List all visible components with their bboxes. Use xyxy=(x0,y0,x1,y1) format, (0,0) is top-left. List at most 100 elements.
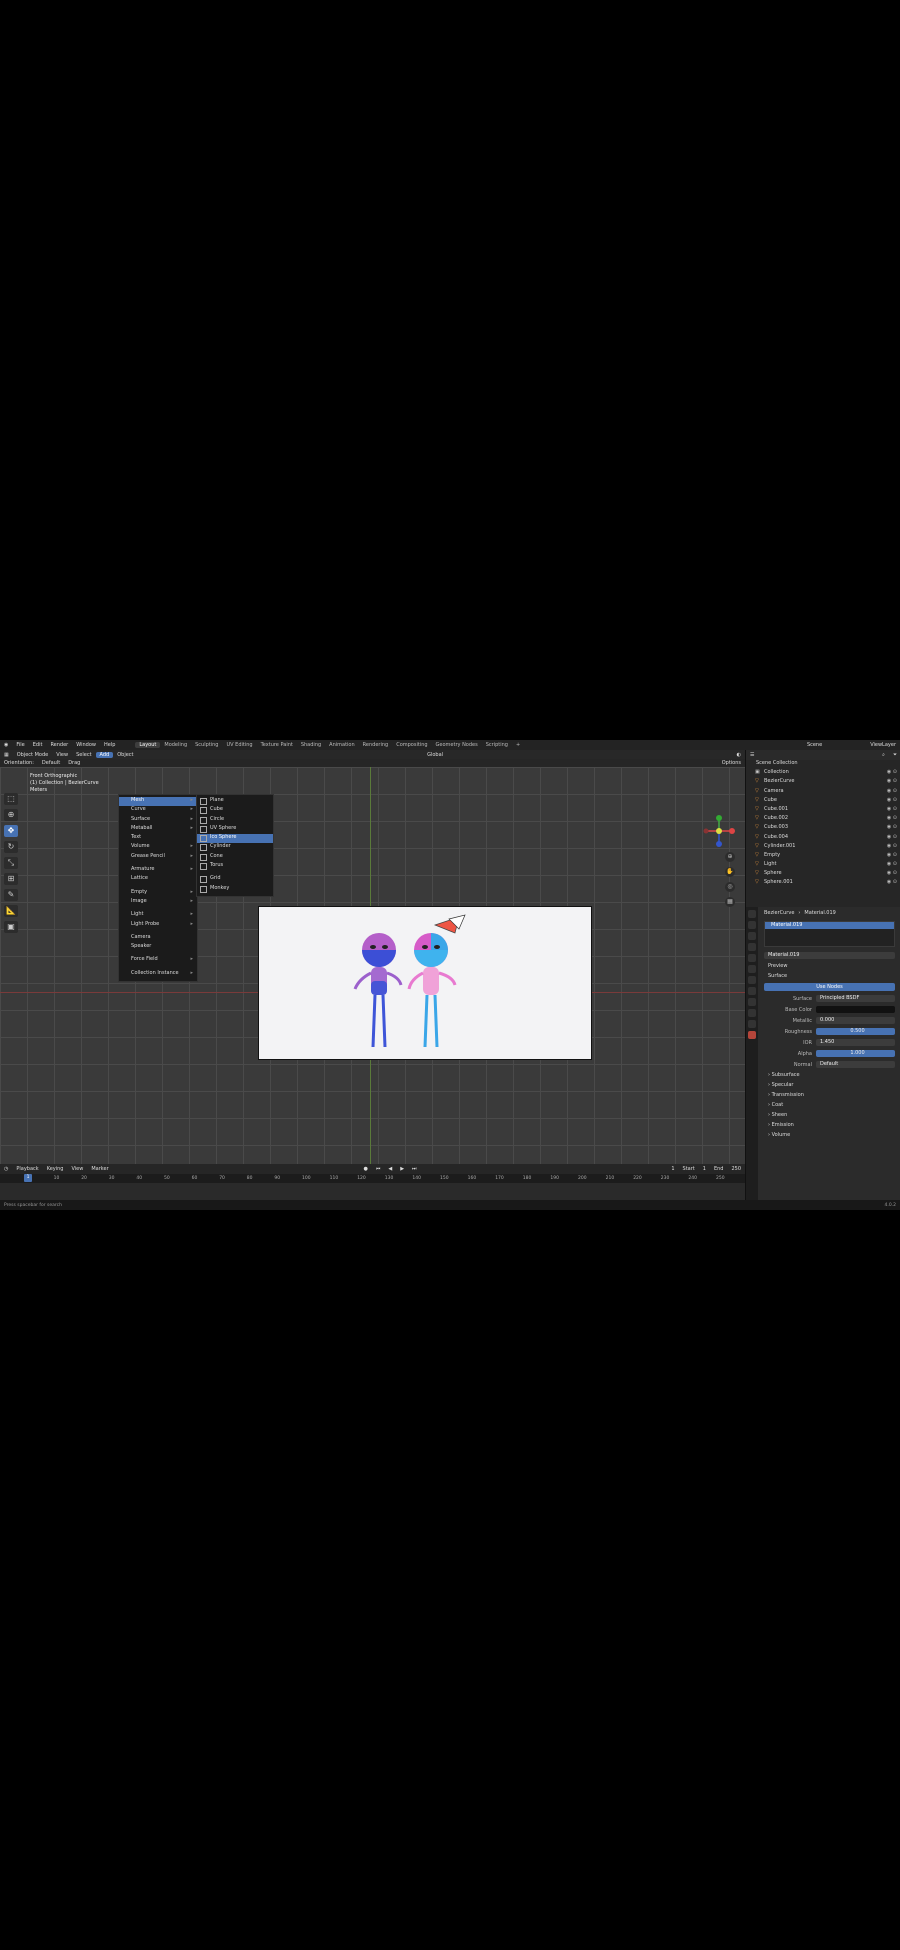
visibility-eye-icon[interactable]: ◉ ⊙ xyxy=(887,879,897,885)
mesh-menu-item-grid[interactable]: Grid xyxy=(197,875,273,884)
physics-tab-icon[interactable] xyxy=(748,998,756,1006)
prop-field-surface[interactable]: Principled BSDF xyxy=(816,995,895,1002)
render-tab-icon[interactable] xyxy=(748,921,756,929)
scene-tab-icon[interactable] xyxy=(748,954,756,962)
measure-tool-icon[interactable]: 📐 xyxy=(4,905,18,917)
object-tab-icon[interactable] xyxy=(748,976,756,984)
material-slot-selected[interactable]: Material.019 xyxy=(765,922,894,929)
mesh-menu-item-cube[interactable]: Cube xyxy=(197,806,273,815)
add-cube-tool-icon[interactable]: ▣ xyxy=(4,921,18,933)
add-menu-item-light[interactable]: Light xyxy=(119,911,197,920)
object-menu[interactable]: Object xyxy=(113,752,137,758)
navigation-gizmo[interactable] xyxy=(702,814,736,848)
blender-logo-icon[interactable]: ◉ xyxy=(0,742,12,748)
panel-transmission[interactable]: › Transmission xyxy=(758,1090,900,1100)
add-menu-item-force-field[interactable]: Force Field xyxy=(119,956,197,965)
add-menu[interactable]: Add xyxy=(95,751,114,758)
mesh-menu-item-plane[interactable]: Plane xyxy=(197,797,273,806)
add-menu-item-grease-pencil[interactable]: Grease Pencil xyxy=(119,853,197,862)
mesh-menu-item-uv-sphere[interactable]: UV Sphere xyxy=(197,825,273,834)
zoom-icon[interactable]: ⊕ xyxy=(725,852,735,862)
view-layer-selector[interactable]: ViewLayer xyxy=(866,742,900,748)
outliner-scene-collection[interactable]: Scene Collection xyxy=(746,760,900,769)
panel-volume[interactable]: › Volume xyxy=(758,1130,900,1140)
surface-panel[interactable]: Surface xyxy=(758,971,900,981)
material-slot-list[interactable]: Material.019 xyxy=(764,921,895,947)
outliner-item-cube-004[interactable]: ▽ Cube.004 ◉ ⊙ xyxy=(746,834,900,843)
end-frame-field[interactable]: 250 xyxy=(727,1166,745,1172)
drag-selector[interactable]: Drag xyxy=(64,760,84,766)
menu-window[interactable]: Window xyxy=(72,742,100,748)
visibility-eye-icon[interactable]: ◉ ⊙ xyxy=(887,824,897,830)
constraints-tab-icon[interactable] xyxy=(748,1009,756,1017)
3d-viewport[interactable]: Front Orthographic (1) Collection | Bezi… xyxy=(0,767,745,1164)
outliner-item-cube-001[interactable]: ▽ Cube.001 ◉ ⊙ xyxy=(746,806,900,815)
current-frame-field[interactable]: 1 xyxy=(667,1166,678,1172)
play-icon[interactable]: ▶ xyxy=(396,1166,408,1172)
mesh-menu-item-cone[interactable]: Cone xyxy=(197,853,273,862)
timeline-editor-icon[interactable]: ◷ xyxy=(0,1166,12,1172)
transform-orientation[interactable]: Global xyxy=(423,752,447,758)
scale-tool-icon[interactable]: ⤡ xyxy=(4,857,18,869)
visibility-eye-icon[interactable]: ◉ ⊙ xyxy=(887,861,897,867)
outliner-item-cube-003[interactable]: ▽ Cube.003 ◉ ⊙ xyxy=(746,824,900,833)
tab-animation[interactable]: Animation xyxy=(325,742,359,748)
tab-geometry-nodes[interactable]: Geometry Nodes xyxy=(432,742,482,748)
panel-subsurface[interactable]: › Subsurface xyxy=(758,1070,900,1080)
visibility-eye-icon[interactable]: ◉ ⊙ xyxy=(887,852,897,858)
tab-compositing[interactable]: Compositing xyxy=(392,742,431,748)
tab-scripting[interactable]: Scripting xyxy=(482,742,512,748)
material-tab-icon[interactable] xyxy=(748,1031,756,1039)
jump-start-icon[interactable]: ⏮ xyxy=(372,1166,385,1172)
select-menu[interactable]: Select xyxy=(72,752,95,758)
tab-rendering[interactable]: Rendering xyxy=(359,742,393,748)
outliner-item-sphere[interactable]: ▽ Sphere ◉ ⊙ xyxy=(746,870,900,879)
mesh-menu-item-cylinder[interactable]: Cylinder xyxy=(197,843,273,852)
outliner-item-empty[interactable]: ▽ Empty ◉ ⊙ xyxy=(746,852,900,861)
outliner-item-sphere-001[interactable]: ▽ Sphere.001 ◉ ⊙ xyxy=(746,879,900,888)
timeline-view-menu[interactable]: View xyxy=(67,1166,87,1172)
visibility-eye-icon[interactable]: ◉ ⊙ xyxy=(887,769,897,775)
panel-coat[interactable]: › Coat xyxy=(758,1100,900,1110)
add-menu-item-metaball[interactable]: Metaball xyxy=(119,825,197,834)
marker-menu[interactable]: Marker xyxy=(87,1166,112,1172)
outliner-item-camera[interactable]: ▽ Camera ◉ ⊙ xyxy=(746,788,900,797)
menu-help[interactable]: Help xyxy=(100,742,119,748)
data-tab-icon[interactable] xyxy=(748,1020,756,1028)
visibility-eye-icon[interactable]: ◉ ⊙ xyxy=(887,815,897,821)
menu-edit[interactable]: Edit xyxy=(29,742,47,748)
add-menu-item-volume[interactable]: Volume xyxy=(119,843,197,852)
outliner-item-light[interactable]: ▽ Light ◉ ⊙ xyxy=(746,861,900,870)
output-tab-icon[interactable] xyxy=(748,932,756,940)
visibility-eye-icon[interactable]: ◉ ⊙ xyxy=(887,797,897,803)
tab-texture-paint[interactable]: Texture Paint xyxy=(257,742,297,748)
rotate-tool-icon[interactable]: ↻ xyxy=(4,841,18,853)
options-dropdown[interactable]: Options xyxy=(718,760,745,766)
mesh-menu-item-ico-sphere[interactable]: Ico Sphere xyxy=(197,834,273,844)
add-menu-item-lattice[interactable]: Lattice xyxy=(119,875,197,884)
menu-render[interactable]: Render xyxy=(46,742,72,748)
prop-field-normal[interactable]: Default xyxy=(816,1061,895,1068)
tab-modeling[interactable]: Modeling xyxy=(160,742,191,748)
tab-layout[interactable]: Layout xyxy=(135,742,161,748)
use-nodes-button[interactable]: Use Nodes xyxy=(764,983,895,991)
grid-perspective-icon[interactable]: ▦ xyxy=(725,897,735,907)
world-tab-icon[interactable] xyxy=(748,965,756,973)
prop-field-ior[interactable]: 1.450 xyxy=(816,1039,895,1046)
preview-panel[interactable]: Preview xyxy=(758,961,900,971)
playback-menu[interactable]: Playback xyxy=(12,1166,42,1172)
add-menu-item-curve[interactable]: Curve xyxy=(119,806,197,815)
visibility-eye-icon[interactable]: ◉ ⊙ xyxy=(887,843,897,849)
prop-field-alpha[interactable]: 1.000 xyxy=(816,1050,895,1057)
add-menu-item-collection-instance[interactable]: Collection Instance xyxy=(119,970,197,979)
play-reverse-icon[interactable]: ◀ xyxy=(384,1166,396,1172)
mode-selector[interactable]: Object Mode xyxy=(13,752,53,758)
record-button[interactable]: ● xyxy=(359,1166,371,1172)
cursor-tool-icon[interactable]: ⊕ xyxy=(4,809,18,821)
visibility-eye-icon[interactable]: ◉ ⊙ xyxy=(887,834,897,840)
orientation-selector[interactable]: Default xyxy=(38,760,64,766)
outliner-item-cube[interactable]: ▽ Cube ◉ ⊙ xyxy=(746,797,900,806)
visibility-eye-icon[interactable]: ◉ ⊙ xyxy=(887,870,897,876)
panel-sheen[interactable]: › Sheen xyxy=(758,1110,900,1120)
prop-field-metallic[interactable]: 0.000 xyxy=(816,1017,895,1024)
